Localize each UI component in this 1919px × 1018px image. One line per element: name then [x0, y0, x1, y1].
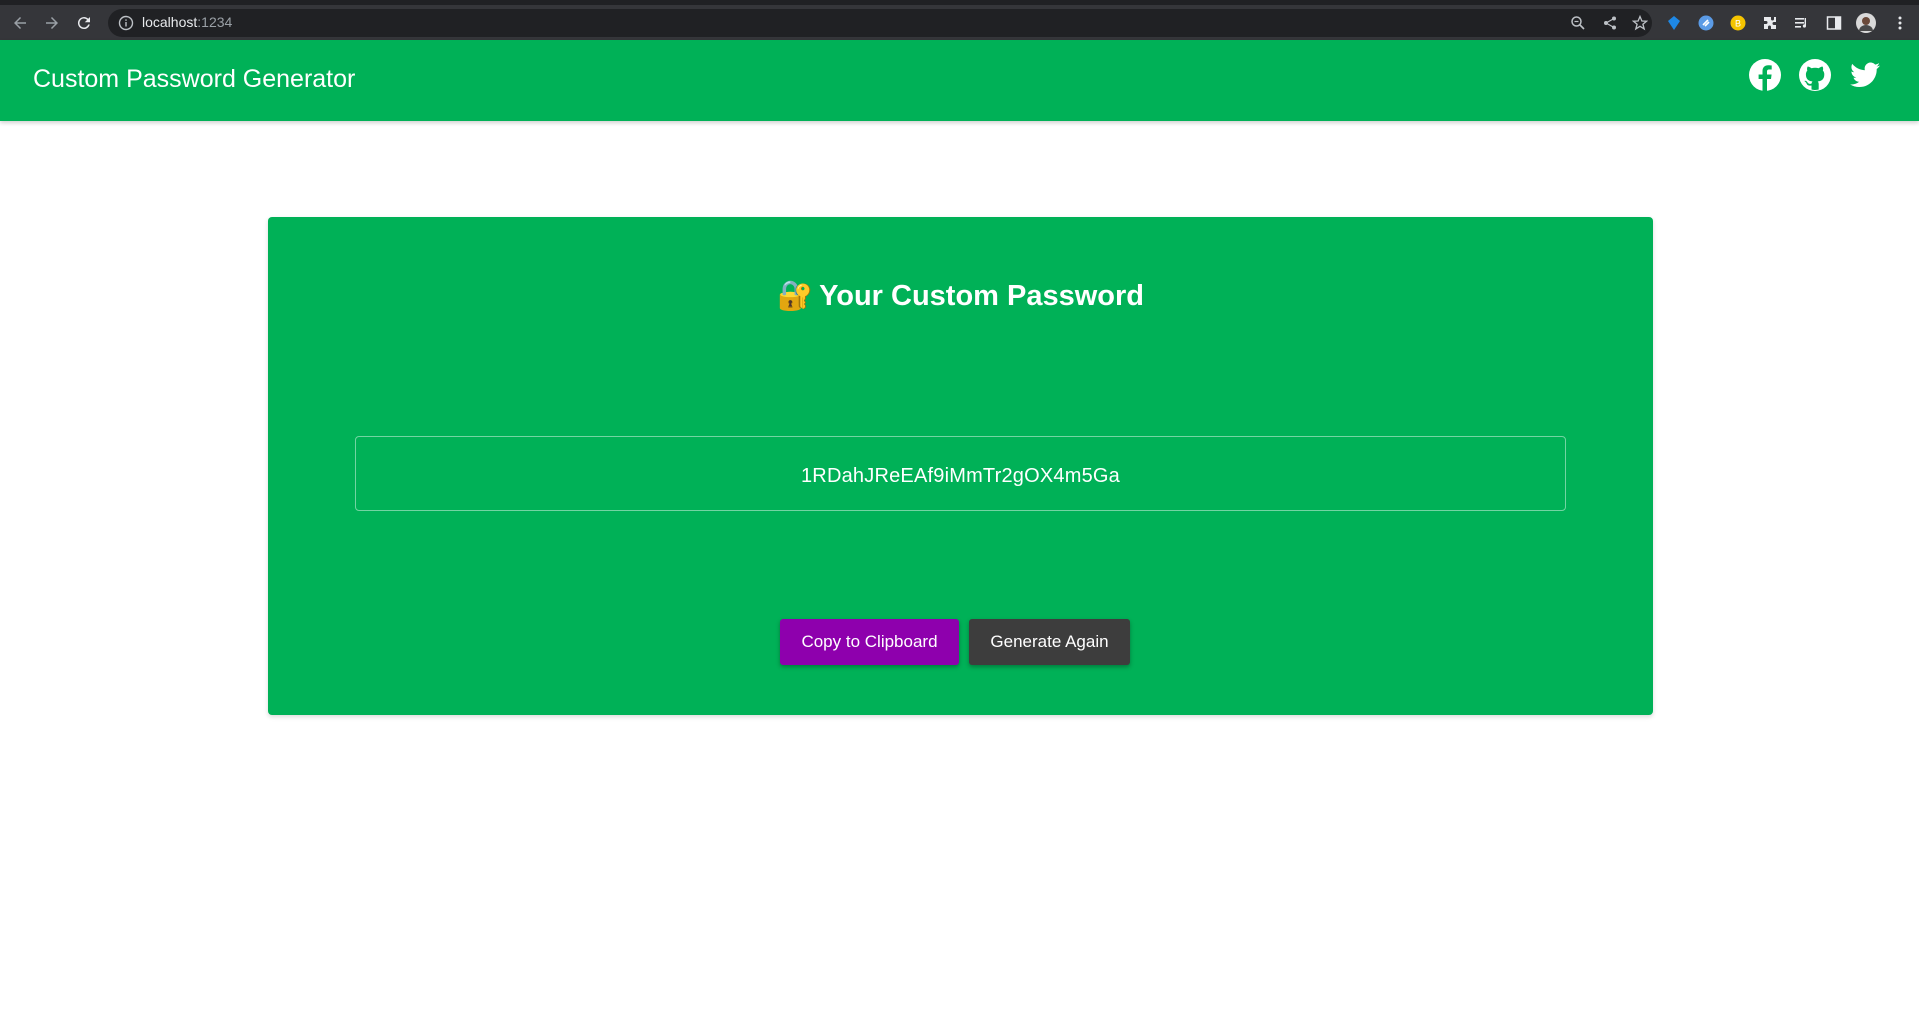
password-card: 🔐 Your Custom Password 1RDahJReEAf9iMmTr2… — [268, 217, 1653, 715]
copy-to-clipboard-button[interactable]: Copy to Clipboard — [780, 619, 959, 665]
url-host: localhost — [142, 14, 198, 30]
extension-icon[interactable] — [1666, 15, 1682, 31]
card-title: 🔐 Your Custom Password — [268, 279, 1653, 313]
extension-icon[interactable] — [1698, 15, 1714, 31]
svg-text:B: B — [1735, 19, 1741, 29]
bookmark-star-icon[interactable] — [1632, 15, 1648, 31]
puzzle-icon[interactable] — [1762, 15, 1778, 31]
kebab-menu-icon[interactable] — [1892, 15, 1908, 31]
back-icon[interactable] — [8, 11, 32, 35]
app-title: Custom Password Generator — [33, 65, 356, 93]
generate-again-button[interactable]: Generate Again — [969, 619, 1130, 665]
extension-icon[interactable]: B — [1730, 15, 1746, 31]
info-icon[interactable] — [118, 15, 134, 31]
facebook-icon[interactable] — [1748, 58, 1782, 92]
twitter-icon[interactable] — [1848, 58, 1882, 92]
reading-list-icon[interactable] — [1794, 15, 1810, 31]
github-icon[interactable] — [1798, 58, 1832, 92]
side-panel-icon[interactable] — [1826, 15, 1842, 31]
url-port: :1234 — [197, 14, 233, 30]
reload-icon[interactable] — [72, 11, 96, 35]
address-bar[interactable]: localhost:1234 — [108, 9, 1652, 37]
lock-key-icon: 🔐 — [776, 280, 814, 312]
zoom-icon[interactable] — [1570, 15, 1586, 31]
browser-toolbar: localhost:1234 B — [0, 0, 1919, 40]
forward-icon[interactable] — [40, 11, 64, 35]
app-header: Custom Password Generator — [0, 40, 1919, 121]
password-output-box[interactable]: 1RDahJReEAf9iMmTr2gOX4m5Ga — [355, 436, 1566, 511]
share-icon[interactable] — [1602, 15, 1618, 31]
card-title-text: Your Custom Password — [819, 280, 1145, 312]
url-text: localhost:1234 — [142, 14, 232, 30]
password-text[interactable]: 1RDahJReEAf9iMmTr2gOX4m5Ga — [356, 465, 1565, 488]
profile-avatar[interactable] — [1856, 13, 1876, 33]
